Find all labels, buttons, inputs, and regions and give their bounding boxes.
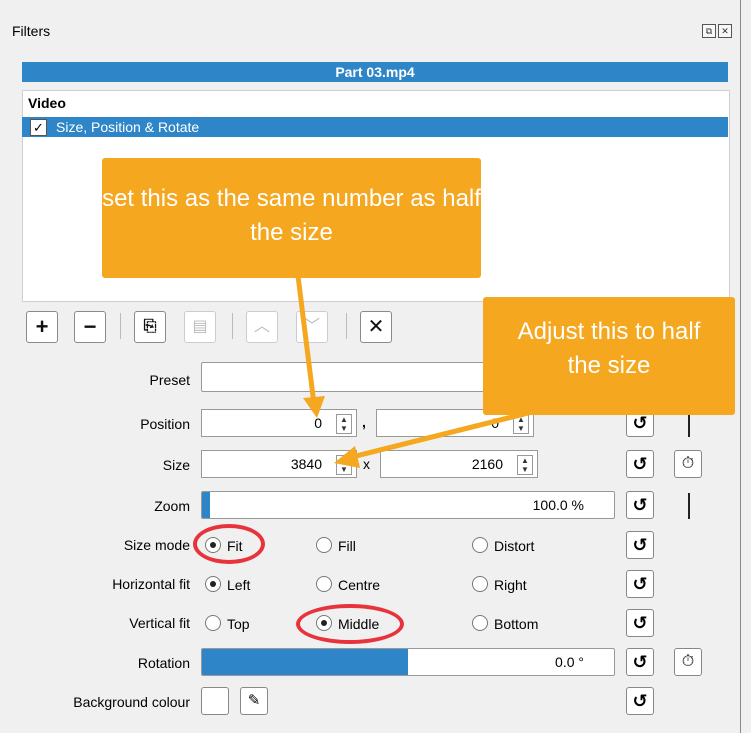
arrow-head-size — [334, 446, 360, 468]
callout-size: Adjust this to half the size — [483, 297, 735, 415]
arrow-to-position — [295, 275, 317, 405]
callout-position: set this as the same number as half the … — [102, 158, 481, 278]
arrow-head-position — [303, 396, 325, 418]
